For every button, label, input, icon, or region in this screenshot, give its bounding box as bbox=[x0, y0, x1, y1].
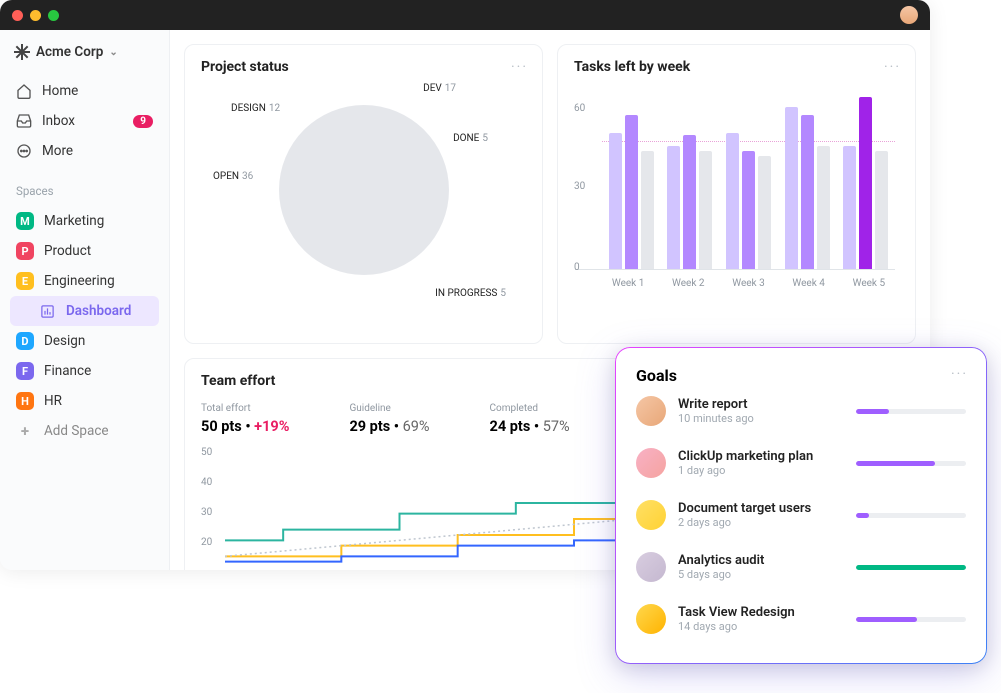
goal-item[interactable]: Task View Redesign 14 days ago bbox=[636, 593, 966, 645]
bar bbox=[625, 115, 638, 269]
goal-title: Document target users bbox=[678, 501, 844, 516]
goal-progress bbox=[856, 461, 966, 466]
goal-avatar bbox=[636, 552, 666, 582]
goal-item[interactable]: Analytics audit 5 days ago bbox=[636, 541, 966, 593]
metric-guideline: Guideline 29 pts • 69% bbox=[349, 403, 429, 435]
add-space-button[interactable]: +Add Space bbox=[10, 416, 159, 446]
bar bbox=[801, 115, 814, 269]
metric-completed: Completed 24 pts • 57% bbox=[490, 403, 570, 435]
pie-chart bbox=[279, 105, 449, 275]
goal-item[interactable]: ClickUp marketing plan 1 day ago bbox=[636, 437, 966, 489]
sidebar-space-finance[interactable]: FFinance bbox=[10, 356, 159, 386]
card-project-status: Project status ··· DESIGN12 OPEN36 DEV17… bbox=[184, 44, 543, 344]
sidebar-space-marketing[interactable]: MMarketing bbox=[10, 206, 159, 236]
bar-group bbox=[726, 133, 771, 269]
pie-label-inprogress: IN PROGRESS5 bbox=[435, 288, 506, 299]
workspace-name: Acme Corp bbox=[36, 44, 103, 60]
bar bbox=[641, 151, 654, 269]
card-menu-button[interactable]: ··· bbox=[884, 59, 901, 75]
dashboard-icon bbox=[38, 302, 56, 320]
space-badge: P bbox=[16, 242, 34, 260]
spaces-label: Spaces bbox=[16, 184, 159, 198]
bar bbox=[859, 97, 872, 269]
goal-progress bbox=[856, 565, 966, 570]
bar bbox=[726, 133, 739, 269]
bar bbox=[758, 156, 771, 269]
space-badge: D bbox=[16, 332, 34, 350]
bar bbox=[817, 146, 830, 269]
nav-inbox[interactable]: Inbox 9 bbox=[10, 106, 159, 136]
card-title: Project status bbox=[201, 59, 526, 75]
bar bbox=[742, 151, 755, 269]
bar bbox=[843, 146, 856, 269]
plus-icon: + bbox=[16, 422, 34, 440]
pie-label-dev: DEV17 bbox=[423, 83, 456, 94]
goal-time: 2 days ago bbox=[678, 516, 844, 529]
pie-label-done: DONE5 bbox=[453, 133, 488, 144]
bar bbox=[667, 146, 680, 269]
goals-menu-button[interactable]: ··· bbox=[951, 366, 968, 382]
goal-title: Write report bbox=[678, 397, 844, 412]
more-icon bbox=[16, 143, 32, 159]
home-icon bbox=[16, 83, 32, 99]
goal-time: 1 day ago bbox=[678, 464, 844, 477]
goal-time: 10 minutes ago bbox=[678, 412, 844, 425]
sidebar-space-product[interactable]: PProduct bbox=[10, 236, 159, 266]
goal-title: ClickUp marketing plan bbox=[678, 449, 844, 464]
goal-time: 5 days ago bbox=[678, 568, 844, 581]
bar-chart: 60 30 0 bbox=[578, 85, 895, 270]
pie-label-open: OPEN36 bbox=[213, 171, 253, 182]
bar bbox=[785, 107, 798, 269]
goal-avatar bbox=[636, 448, 666, 478]
goal-item[interactable]: Document target users 2 days ago bbox=[636, 489, 966, 541]
goal-avatar bbox=[636, 500, 666, 530]
bar-group bbox=[667, 135, 712, 269]
bar-group bbox=[609, 115, 654, 269]
bar-group bbox=[785, 107, 830, 269]
goal-time: 14 days ago bbox=[678, 620, 844, 633]
inbox-icon bbox=[16, 113, 32, 129]
titlebar bbox=[0, 0, 930, 30]
bar bbox=[699, 151, 712, 269]
bar bbox=[609, 133, 622, 269]
sidebar-space-design[interactable]: DDesign bbox=[10, 326, 159, 356]
nav-home[interactable]: Home bbox=[10, 76, 159, 106]
goals-title: Goals bbox=[636, 366, 966, 385]
pie-label-design: DESIGN12 bbox=[231, 103, 280, 114]
inbox-badge: 9 bbox=[133, 115, 153, 128]
card-tasks-left: Tasks left by week ··· 60 30 0 Week 1Wee… bbox=[557, 44, 916, 344]
space-badge: M bbox=[16, 212, 34, 230]
user-avatar[interactable] bbox=[900, 6, 918, 24]
bar bbox=[875, 151, 888, 269]
space-badge: E bbox=[16, 272, 34, 290]
close-icon[interactable] bbox=[12, 10, 23, 21]
card-menu-button[interactable]: ··· bbox=[511, 59, 528, 75]
nav-more[interactable]: More bbox=[10, 136, 159, 166]
goal-title: Task View Redesign bbox=[678, 605, 844, 620]
goal-progress bbox=[856, 409, 966, 414]
sidebar-dashboard[interactable]: Dashboard bbox=[10, 296, 159, 326]
goal-progress bbox=[856, 617, 966, 622]
chevron-down-icon: ⌄ bbox=[109, 47, 117, 58]
space-badge: H bbox=[16, 392, 34, 410]
workspace-icon bbox=[14, 44, 30, 60]
bar-x-labels: Week 1Week 2Week 3Week 4Week 5 bbox=[574, 278, 899, 289]
goal-progress bbox=[856, 513, 966, 518]
sidebar-space-engineering[interactable]: EEngineering bbox=[10, 266, 159, 296]
metric-total: Total effort 50 pts • +19% bbox=[201, 403, 289, 435]
goals-panel: ··· Goals Write report 10 minutes ago Cl… bbox=[616, 348, 986, 663]
sidebar: Acme Corp ⌄ Home Inbox 9 More bbox=[0, 30, 170, 570]
goal-item[interactable]: Write report 10 minutes ago bbox=[636, 385, 966, 437]
bar bbox=[683, 135, 696, 269]
minimize-icon[interactable] bbox=[30, 10, 41, 21]
space-badge: F bbox=[16, 362, 34, 380]
sidebar-space-hr[interactable]: HHR bbox=[10, 386, 159, 416]
goal-title: Analytics audit bbox=[678, 553, 844, 568]
card-title: Tasks left by week bbox=[574, 59, 899, 75]
workspace-switcher[interactable]: Acme Corp ⌄ bbox=[10, 44, 159, 60]
goal-avatar bbox=[636, 604, 666, 634]
maximize-icon[interactable] bbox=[48, 10, 59, 21]
bar-group bbox=[843, 97, 888, 269]
goal-avatar bbox=[636, 396, 666, 426]
